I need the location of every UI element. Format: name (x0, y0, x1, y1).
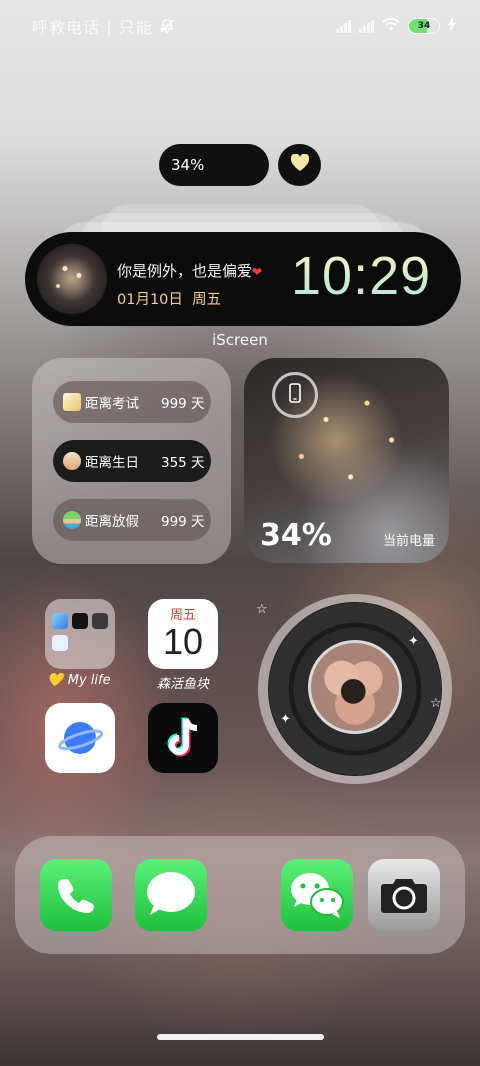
quote-text: 你是例外，也是偏爱 (117, 262, 253, 280)
battery-percent-text: 34% (171, 156, 205, 174)
battery-level-text: 34 (417, 20, 431, 31)
heart-pill[interactable] (278, 144, 321, 186)
battery-widget-label: 当前电量 (382, 534, 435, 549)
phone-icon (289, 383, 301, 407)
planet-icon (57, 715, 104, 765)
tiktok-icon (164, 715, 204, 765)
star-outline-icon: ☆ (430, 696, 442, 711)
camera-app[interactable] (368, 859, 440, 931)
calendar-label: 森活鱼块 (156, 677, 209, 692)
folder-label: 💛 My life (24, 673, 134, 688)
tool-app-mini-icon (92, 613, 108, 629)
battery-widget[interactable]: 34% 当前电量 (244, 358, 449, 563)
island-icon (63, 511, 81, 529)
wifi-icon (382, 16, 400, 35)
sparkle-icon: ✦ (280, 712, 291, 727)
folder-label-text: My life (67, 673, 111, 688)
countdown-value: 355 天 (161, 455, 205, 471)
battery-percent-pill[interactable]: 34% (159, 144, 269, 186)
home-indicator[interactable] (157, 1034, 324, 1040)
countdown-item-birthday[interactable]: 距离生日 355 天 (53, 440, 211, 482)
countdown-label: 距离考试 (85, 396, 139, 412)
dock (15, 836, 465, 954)
battery-icon: 34 (408, 17, 440, 34)
countdown-label: 距离放假 (85, 514, 139, 530)
island-date: 01月10日 周五 (117, 288, 221, 309)
vinyl-disc (268, 602, 442, 776)
messages-icon (144, 869, 198, 923)
cake-icon (63, 452, 81, 470)
calendar-app[interactable]: 周五 10 (148, 599, 218, 669)
carrier-text: 呼救电话 | 只能 (32, 18, 153, 37)
phone-app[interactable] (40, 859, 112, 931)
countdown-widget[interactable]: 距离考试 999 天 距离生日 355 天 距离放假 999 天 (32, 358, 231, 564)
countdown-value: 999 天 (161, 514, 205, 530)
weekday-text: 周五 (192, 292, 222, 308)
heart-hands-photo (308, 640, 402, 734)
weather-app-mini-icon (52, 613, 68, 629)
countdown-label: 距离生日 (85, 455, 139, 471)
countdown-value: 999 天 (161, 396, 205, 412)
status-left: 呼救电话 | 只能 (32, 14, 175, 38)
tiktok-mini-icon (72, 613, 88, 629)
heart-icon (290, 153, 310, 176)
wechat-icon (289, 871, 345, 923)
island-widget[interactable]: 你是例外，也是偏爱❤ 01月10日 周五 10:29 (25, 232, 461, 326)
star-outline-icon: ☆ (256, 602, 268, 617)
island-quote: 你是例外，也是偏爱❤ (117, 260, 262, 281)
qq-mini-icon (52, 635, 68, 651)
mute-bell-icon (159, 18, 175, 34)
camera-icon (380, 875, 428, 919)
battery-ring (272, 372, 318, 418)
calendar-day: 10 (162, 621, 204, 662)
memo-icon (63, 393, 81, 411)
battery-widget-percent: 34% (260, 518, 332, 553)
countdown-item-exam[interactable]: 距离考试 999 天 (53, 381, 211, 423)
sparkle-icon: ✦ (408, 634, 419, 649)
tiktok-app[interactable] (148, 703, 218, 773)
music-record-widget[interactable]: ☆ ✦ ☆ ✦ (256, 594, 452, 784)
fireworks-photo (37, 244, 107, 314)
phone-icon (56, 875, 96, 919)
red-heart-icon: ❤ (252, 265, 263, 279)
status-bar: 呼救电话 | 只能 34 (0, 12, 480, 40)
countdown-item-holiday[interactable]: 距离放假 999 天 (53, 499, 211, 541)
charging-bolt-icon (448, 16, 456, 35)
wechat-app[interactable] (281, 859, 353, 931)
date-text: 01月10日 (117, 292, 183, 308)
yellow-heart-icon: 💛 (47, 673, 64, 688)
browser-app[interactable] (45, 703, 115, 773)
messages-app[interactable] (135, 859, 207, 931)
clock-time: 10:29 (291, 246, 432, 306)
status-right: 34 (336, 16, 456, 35)
signal-icon (359, 19, 374, 33)
my-life-folder[interactable] (45, 599, 115, 669)
signal-icon (336, 19, 351, 33)
widget-app-label: iScreen (212, 331, 268, 349)
